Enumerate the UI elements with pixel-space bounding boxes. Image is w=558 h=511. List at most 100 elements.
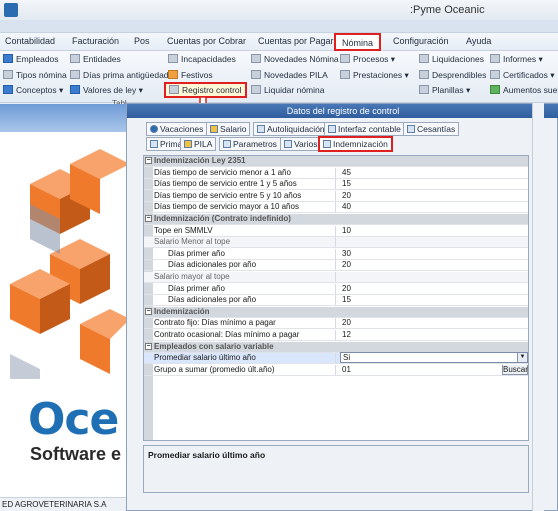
ribbon-incapacidades-button[interactable]: Incapacidades (168, 54, 236, 64)
grid-property-row[interactable]: Días tiempo de servicio mayor a 10 años 4… (144, 202, 528, 214)
tab-salario[interactable]: Salario (206, 122, 251, 136)
dropdown-arrow-icon[interactable]: ▼ (517, 353, 527, 363)
grid-property-row[interactable]: Días tiempo de servicio menor a 1 año 45 (144, 167, 528, 179)
property-value[interactable]: 40 (340, 202, 528, 212)
ribbon-novedades-nomina-button[interactable]: Novedades Nómina (251, 54, 339, 64)
main-menu-bar: Contabilidad Facturación Pos Cuentas por… (0, 33, 558, 51)
liquidate-icon (251, 85, 261, 94)
menu-cuentas-por-pagar[interactable]: Cuentas por Pagar (258, 36, 334, 46)
property-value-text: 45 (342, 167, 351, 177)
property-label: Días primer año (168, 248, 336, 259)
grid-category-row: − Indemnización Ley 2351 (144, 156, 528, 167)
grid-property-row[interactable]: Días tiempo de servicio entre 5 y 10 año… (144, 190, 528, 202)
property-value[interactable]: 45 (340, 168, 528, 178)
ribbon-empleados-button[interactable]: Empleados (3, 54, 59, 64)
ribbon-festivos-button[interactable]: Festivos (168, 70, 213, 80)
collapse-toggle-icon[interactable]: − (145, 342, 152, 350)
property-value[interactable]: Si ▼ (340, 352, 528, 364)
ribbon-dias-prima-button[interactable]: Días prima antigüedad (70, 70, 169, 80)
property-value[interactable]: 20 (340, 260, 528, 270)
description-title: Promediar salario último año (148, 450, 266, 460)
menu-configuracion[interactable]: Configuración (393, 36, 449, 46)
ribbon-conceptos-button[interactable]: Conceptos ▾ (3, 85, 63, 96)
property-label: Indemnización (Contrato indefinido) (154, 214, 291, 223)
property-label: Promediar salario último año (154, 353, 336, 364)
property-value[interactable]: 12 (340, 330, 528, 340)
property-label: Indemnización (154, 306, 210, 316)
ribbon-desprendibles-button[interactable]: Desprendibles (419, 70, 486, 80)
right-scrollbar[interactable] (532, 103, 544, 511)
ribbon-nomina: Empleados Tipos nómina Conceptos ▾ Entid… (0, 51, 558, 103)
menu-nomina[interactable]: Nómina (334, 33, 382, 51)
tab-indemnizacion[interactable]: Indemnización (318, 136, 393, 152)
tab-parametros[interactable]: Parametros (219, 137, 281, 151)
tab-autoliquidacion[interactable]: Autoliquidación (253, 122, 329, 136)
property-value[interactable]: 15 (340, 179, 528, 189)
property-label: Días tiempo de servicio menor a 1 año (154, 167, 336, 178)
ribbon-tipos-nomina-button[interactable]: Tipos nómina (3, 70, 67, 80)
ribbon-valores-ley-button[interactable]: Valores de ley ▾ (70, 85, 143, 96)
grid-icon (150, 140, 158, 148)
menu-cuentas-por-cobrar[interactable]: Cuentas por Cobrar (167, 36, 246, 46)
grid-property-row[interactable]: Contrato ocasional: Días mínimo a pagar 1… (144, 330, 528, 341)
menu-pos[interactable]: Pos (134, 36, 150, 46)
payroll-types-icon (3, 70, 13, 79)
property-value-text: 20 (342, 190, 351, 200)
grid-property-row[interactable]: Días tiempo de servicio entre 1 y 5 años… (144, 179, 528, 191)
document-icon (257, 125, 265, 133)
collapse-toggle-icon[interactable]: − (145, 215, 152, 222)
grid-property-row[interactable]: Tope en SMMLV 10 (144, 225, 528, 237)
collapse-toggle-icon[interactable]: − (145, 157, 152, 164)
property-value-text: 12 (342, 330, 351, 339)
info-icon (150, 125, 158, 133)
tab-cesantias[interactable]: Cesantías (403, 122, 460, 136)
ribbon-entidades-button[interactable]: Entidades (70, 54, 121, 64)
holidays-icon (168, 70, 178, 79)
ribbon-novedades-pila-button[interactable]: Novedades PILA (251, 70, 328, 80)
ribbon-planillas-button[interactable]: Planillas ▾ (419, 85, 470, 96)
grid-property-row[interactable]: Promediar salario último año Si ▼ (144, 352, 528, 365)
property-value-text: 01 (342, 364, 351, 374)
property-value[interactable]: 30 (340, 249, 528, 259)
property-label: Días tiempo de servicio mayor a 10 años (154, 202, 336, 213)
menu-facturacion[interactable]: Facturación (72, 36, 119, 46)
buscar-button[interactable]: Buscar (502, 364, 528, 375)
property-value[interactable]: 20 (340, 318, 528, 328)
collapse-toggle-icon[interactable]: − (145, 307, 152, 315)
property-label: Contrato fijo: Días mínimo a pagar (154, 318, 336, 329)
property-value-text: 20 (342, 260, 351, 270)
property-value[interactable]: 20 (340, 191, 528, 201)
background-splash: Oce Software e ED AGROVETERINARIA S.A (0, 104, 130, 511)
ribbon-aumentos-button[interactable]: Aumentos suel (490, 85, 558, 95)
property-value-text: 20 (342, 318, 351, 328)
property-value-text: 40 (342, 202, 351, 212)
grid-property-row[interactable]: Días primer año 20 (144, 283, 528, 295)
menu-ayuda[interactable]: Ayuda (466, 36, 491, 46)
menu-contabilidad[interactable]: Contabilidad (5, 36, 55, 46)
property-value[interactable]: 20 (340, 284, 528, 294)
grid-property-row[interactable]: Días primer año 30 (144, 248, 528, 260)
ribbon-certificados-button[interactable]: Certificados ▾ (490, 70, 555, 81)
property-value-text: 20 (342, 283, 351, 293)
grid-property-row[interactable]: Grupo a sumar (promedio últ.año) 01 Buscar (144, 364, 528, 376)
grid-property-row[interactable]: Contrato fijo: Días mínimo a pagar 20 (144, 318, 528, 330)
grid-property-row[interactable]: Días adicionales por año 20 (144, 260, 528, 272)
tab-interfaz-contable[interactable]: Interfaz contable (324, 122, 405, 136)
ribbon-informes-button[interactable]: Informes ▾ (490, 54, 543, 65)
ribbon-procesos-button[interactable]: Procesos ▾ (340, 54, 395, 65)
grid-icon (328, 125, 336, 133)
property-label: Indemnización Ley 2351 (154, 156, 246, 165)
property-value[interactable]: 15 (340, 295, 528, 305)
property-value[interactable]: 01 Buscar (340, 364, 528, 375)
window-title-bar: :Pyme Oceanic (0, 0, 558, 20)
ribbon-prestaciones-button[interactable]: Prestaciones ▾ (340, 70, 409, 81)
tab-pila[interactable]: PILA (180, 137, 217, 151)
ribbon-registro-control-button[interactable]: Registro control (164, 82, 247, 98)
grid-property-row[interactable]: Días adicionales por año 15 (144, 295, 528, 307)
tab-vacaciones[interactable]: Vacaciones (146, 122, 208, 136)
property-label: Salario mayor al tope (154, 272, 336, 282)
tab-varios[interactable]: Varios (280, 137, 322, 151)
ribbon-liquidar-nomina-button[interactable]: Liquidar nómina (251, 85, 324, 95)
ribbon-liquidaciones-button[interactable]: Liquidaciones (419, 54, 484, 64)
property-value[interactable]: 10 (340, 226, 528, 236)
